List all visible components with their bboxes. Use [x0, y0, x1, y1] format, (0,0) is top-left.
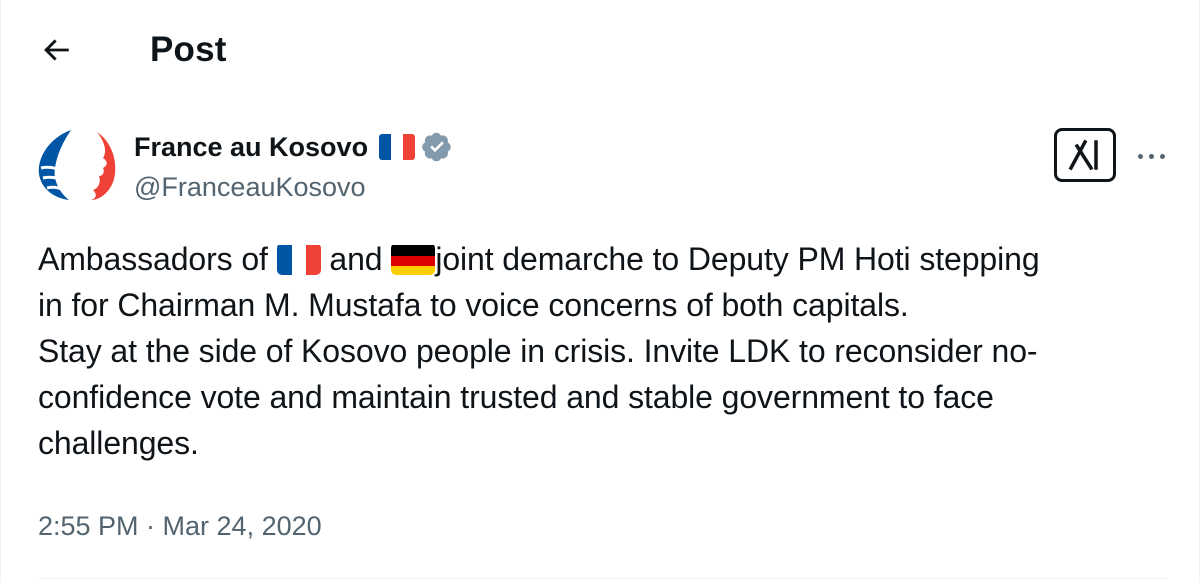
page-title: Post — [150, 30, 227, 69]
author-name-row: France au Kosovo — [134, 128, 453, 166]
tweet-line: Stay at the side of Kosovo people in cri… — [38, 333, 1038, 369]
tweet-segment: joint demarche to Deputy PM Hoti steppin… — [435, 241, 1040, 277]
more-options-button[interactable] — [1129, 140, 1173, 172]
author-display-name[interactable]: France au Kosovo — [134, 128, 368, 166]
post-header: Post — [1, 0, 1200, 98]
tweet-text: Ambassadors of and joint demarche to Dep… — [38, 236, 1168, 466]
grok-button[interactable] — [1054, 128, 1116, 182]
avatar[interactable] — [35, 128, 119, 202]
author-handle[interactable]: @FranceauKosovo — [134, 168, 453, 206]
verified-badge-icon[interactable] — [421, 131, 453, 163]
grok-icon — [1068, 139, 1098, 171]
tweet-segment: and — [320, 241, 392, 277]
flag-france-icon — [276, 243, 321, 275]
more-dot — [1159, 153, 1165, 159]
post-timestamp[interactable]: 2:55 PM · Mar 24, 2020 — [38, 506, 322, 546]
more-horizontal-icon — [1137, 153, 1143, 159]
tweet-line: in for Chairman M. Mustafa to voice conc… — [38, 287, 909, 323]
divider — [38, 578, 1168, 579]
tweet-line: challenges. — [38, 425, 199, 461]
flag-germany-icon — [391, 243, 436, 275]
back-button[interactable] — [34, 28, 78, 72]
tweet-line: Ambassadors of and joint demarche to Dep… — [38, 236, 1168, 282]
more-dot — [1148, 153, 1154, 159]
arrow-left-icon — [44, 39, 69, 61]
tweet-line: confidence vote and maintain trusted and… — [38, 379, 994, 415]
author-block: France au Kosovo @FranceauKosovo — [134, 128, 453, 206]
marianne-logo-icon — [38, 130, 116, 200]
flag-france-icon — [379, 134, 416, 160]
post-page: Post France au Kosovo @FranceauKosovo Am… — [0, 0, 1200, 582]
tweet-segment: Ambassadors of — [38, 241, 277, 277]
